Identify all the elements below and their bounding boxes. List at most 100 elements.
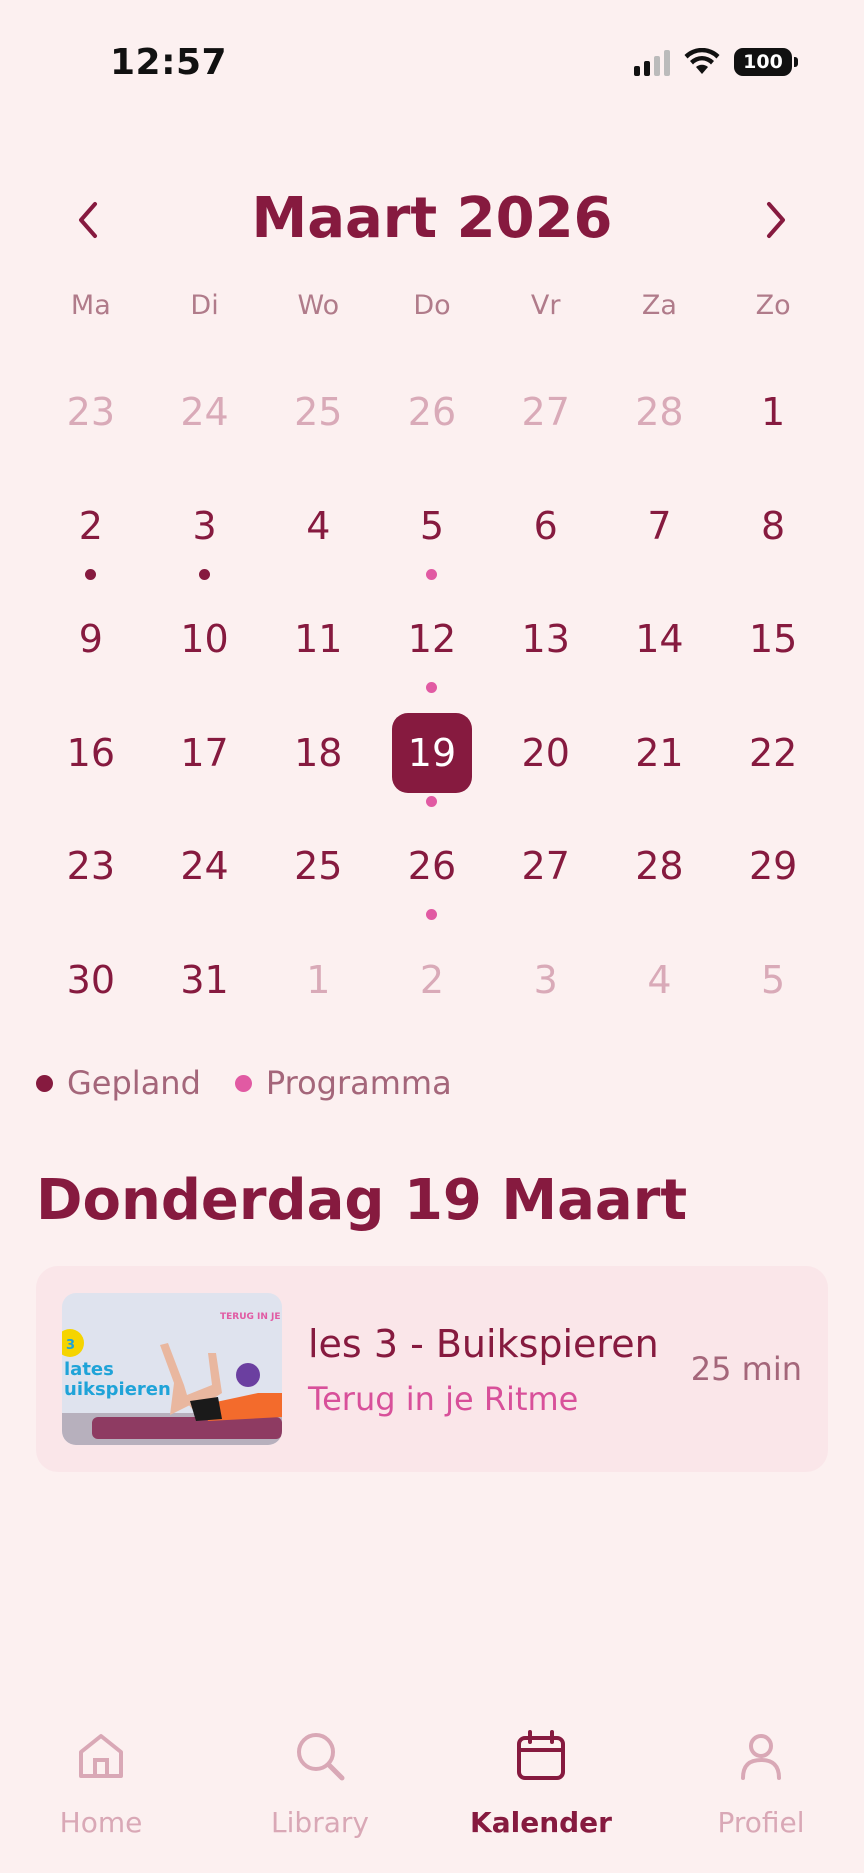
calendar-day[interactable]: 5 <box>716 918 830 1032</box>
calendar-day[interactable]: 7 <box>603 464 717 578</box>
day-number: 24 <box>180 390 229 434</box>
day-number: 30 <box>66 957 116 1002</box>
calendar-day[interactable]: 12 <box>375 577 489 694</box>
calendar-day[interactable]: 17 <box>148 691 262 805</box>
calendar-day[interactable]: 24 <box>148 350 262 464</box>
day-number: 1 <box>761 390 786 434</box>
tab-kalender-label: Kalender <box>470 1806 612 1839</box>
day-number: 13 <box>521 617 570 662</box>
day-number: 12 <box>407 617 457 662</box>
calendar-day[interactable]: 23 <box>34 804 148 918</box>
calendar-day[interactable]: 31 <box>148 918 262 1032</box>
calendar-day-selected[interactable]: 19 <box>375 691 489 807</box>
tab-profiel-label: Profiel <box>717 1806 805 1839</box>
weekday-label: Wo <box>297 290 340 321</box>
day-number: 10 <box>180 617 229 662</box>
calendar-day[interactable]: 30 <box>34 918 148 1032</box>
legend-gepland: Gepland <box>36 1064 201 1102</box>
day-number: 4 <box>306 503 331 548</box>
weekday-label: Zo <box>755 290 791 321</box>
day-number: 3 <box>533 957 558 1002</box>
calendar-day[interactable]: 2 <box>375 918 489 1032</box>
calendar-day[interactable]: 1 <box>261 918 375 1032</box>
calendar-day[interactable]: 2 <box>34 464 148 580</box>
day-number: 2 <box>78 503 103 548</box>
calendar-day[interactable]: 14 <box>603 577 717 691</box>
calendar-day[interactable]: 22 <box>716 691 830 805</box>
status-icons: 100 <box>634 48 798 76</box>
calendar-day[interactable]: 4 <box>261 464 375 578</box>
calendar-day[interactable]: 6 <box>489 464 603 578</box>
calendar-day[interactable]: 27 <box>489 350 603 464</box>
next-month-button[interactable] <box>750 194 802 246</box>
calendar-day[interactable]: 16 <box>34 691 148 805</box>
calendar-day[interactable]: 13 <box>489 577 603 691</box>
tab-kalender[interactable]: Kalender <box>461 1728 621 1839</box>
day-number: 20 <box>521 730 570 775</box>
day-number: 24 <box>180 844 229 889</box>
thumb-banner: TERUG IN JE RIT <box>220 1312 282 1322</box>
session-card[interactable]: 3 TERUG IN JE RIT lates uikspieren les 3… <box>36 1266 828 1472</box>
calendar-day[interactable]: 10 <box>148 577 262 691</box>
weekday-label: Ma <box>70 290 111 321</box>
legend-programma: Programma <box>234 1064 452 1102</box>
day-number: 28 <box>635 390 684 434</box>
session-duration: 25 min <box>690 1350 802 1388</box>
status-bar: 12:57 100 <box>0 0 864 130</box>
tab-home[interactable]: Home <box>21 1728 181 1839</box>
calendar-day[interactable]: 9 <box>34 577 148 691</box>
day-number: 27 <box>521 844 570 889</box>
calendar-day[interactable]: 21 <box>603 691 717 805</box>
calendar-day[interactable]: 25 <box>261 804 375 918</box>
calendar-day[interactable]: 3 <box>489 918 603 1032</box>
tab-profiel[interactable]: Profiel <box>681 1728 841 1839</box>
day-number: 25 <box>294 844 343 889</box>
calendar-day[interactable]: 11 <box>261 577 375 691</box>
weekday-label: Di <box>190 290 219 321</box>
day-number: 25 <box>294 390 343 434</box>
calendar-day[interactable]: 15 <box>716 577 830 691</box>
calendar-day[interactable]: 4 <box>603 918 717 1032</box>
calendar-day[interactable]: 28 <box>603 804 717 918</box>
battery-icon: 100 <box>734 48 798 76</box>
calendar-day[interactable]: 18 <box>261 691 375 805</box>
tab-home-label: Home <box>59 1806 143 1839</box>
day-number: 15 <box>748 617 798 662</box>
day-number: 3 <box>192 503 217 548</box>
calendar-day[interactable]: 1 <box>716 350 830 464</box>
wifi-icon <box>684 48 720 74</box>
day-number: 22 <box>748 730 798 775</box>
day-number: 14 <box>635 617 684 662</box>
home-icon <box>79 1734 123 1778</box>
day-number: 11 <box>294 617 343 662</box>
day-number: 5 <box>761 957 786 1002</box>
calendar-day[interactable]: 26 <box>375 804 489 921</box>
day-number: 26 <box>407 390 457 434</box>
day-number: 9 <box>78 617 103 662</box>
calendar-icon <box>517 1730 565 1780</box>
legend: Gepland Programma <box>36 1064 486 1102</box>
thumb-text-1: lates <box>64 1359 114 1380</box>
calendar-day[interactable]: 25 <box>261 350 375 464</box>
calendar-day[interactable]: 20 <box>489 691 603 805</box>
tab-library[interactable]: Library <box>240 1728 400 1839</box>
calendar-day[interactable]: 3 <box>148 464 262 580</box>
thumb-text-2: uikspieren <box>64 1379 171 1400</box>
day-number: 28 <box>635 844 684 889</box>
day-number: 23 <box>66 844 116 889</box>
calendar-day[interactable]: 8 <box>716 464 830 578</box>
cellular-signal-icon <box>634 48 670 76</box>
day-number: 26 <box>407 844 457 889</box>
calendar-day[interactable]: 5 <box>375 464 489 580</box>
calendar-day[interactable]: 27 <box>489 804 603 918</box>
calendar-day[interactable]: 29 <box>716 804 830 918</box>
day-number: 4 <box>647 957 672 1002</box>
calendar-day[interactable]: 23 <box>34 350 148 464</box>
status-time: 12:57 <box>110 42 228 83</box>
day-number: 16 <box>66 730 116 775</box>
calendar-day[interactable]: 28 <box>603 350 717 464</box>
calendar-day[interactable]: 26 <box>375 350 489 464</box>
calendar-day[interactable]: 24 <box>148 804 262 918</box>
chevron-right-icon <box>767 202 785 238</box>
person-icon <box>741 1734 781 1780</box>
